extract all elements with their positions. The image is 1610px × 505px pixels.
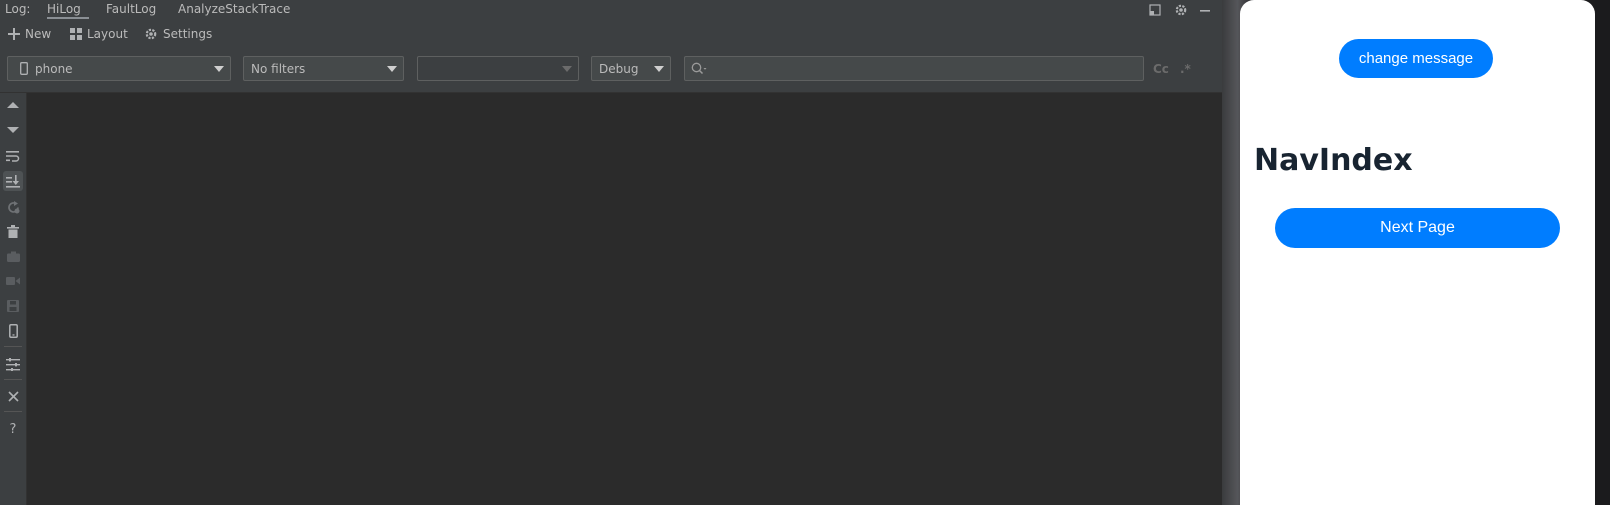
process-select[interactable] [417,56,579,81]
next-page-button[interactable]: Next Page [1275,208,1560,248]
layout-grid-icon [70,28,82,40]
restore-layout-icon[interactable] [1145,0,1165,20]
log-level-select[interactable]: Debug [591,56,671,81]
settings-label: Settings [163,27,213,41]
change-message-button[interactable]: change message [1339,39,1493,78]
scroll-to-end-icon[interactable] [3,171,23,191]
scroll-down-icon[interactable] [3,120,23,140]
log-tool-window: Log: HiLog FaultLog AnalyzeStackTrace Ne… [0,0,1222,505]
tab-faultlog[interactable]: FaultLog [106,2,156,16]
device-select-value: phone [35,61,73,76]
log-tab-bar: Log: HiLog FaultLog AnalyzeStackTrace [0,0,1222,23]
log-filter-select[interactable]: No filters [243,56,404,81]
phone-screen: change message NavIndex Next Page [1240,0,1595,505]
device-select[interactable]: phone [7,56,231,81]
restart-icon[interactable] [3,197,23,217]
toolbar-divider [4,411,22,412]
gear-icon [145,28,157,40]
match-case-toggle[interactable]: Cc [1153,62,1169,76]
trash-icon[interactable] [3,221,23,241]
settings-button[interactable]: Settings [144,26,212,42]
camera-icon[interactable] [3,246,23,266]
log-filter-select-value: No filters [251,61,306,76]
plus-icon [8,28,20,40]
log-label: Log: [5,2,31,16]
chevron-down-icon [562,66,572,72]
log-level-select-value: Debug [599,61,639,76]
tab-analyze-stack-trace[interactable]: AnalyzeStackTrace [178,2,290,16]
phone-icon [20,62,28,75]
regex-toggle[interactable]: .* [1180,62,1191,76]
new-button[interactable]: New [8,26,51,42]
toolbar-divider [4,346,22,347]
layout-button[interactable]: Layout [70,26,128,42]
gear-icon[interactable] [1171,0,1191,20]
help-icon[interactable]: ? [3,419,23,439]
chevron-down-icon [387,66,397,72]
toolbar-divider [4,379,22,380]
new-label: New [25,27,52,41]
save-icon[interactable] [3,296,23,316]
log-search-input[interactable] [684,56,1144,81]
minimize-icon[interactable] [1195,0,1215,20]
close-icon[interactable] [3,386,23,406]
filter-settings-icon[interactable] [3,354,23,374]
scroll-up-icon[interactable] [3,95,23,115]
search-icon [691,62,707,75]
device-bezel-right [1595,0,1610,505]
video-camera-icon[interactable] [3,271,23,291]
log-side-toolbar: ? [0,93,27,505]
phone-icon[interactable] [3,321,23,341]
tab-hilog[interactable]: HiLog [47,2,89,19]
page-title: NavIndex [1254,143,1413,178]
chevron-down-icon [214,66,224,72]
layout-label: Layout [87,27,128,41]
log-output-area[interactable] [27,93,1222,505]
soft-wrap-icon[interactable] [3,146,23,166]
log-actions-bar: New Layout Settings [0,22,1222,46]
filter-bar: phone No filters Debug Cc .* [0,46,1222,93]
chevron-down-icon [654,66,664,72]
